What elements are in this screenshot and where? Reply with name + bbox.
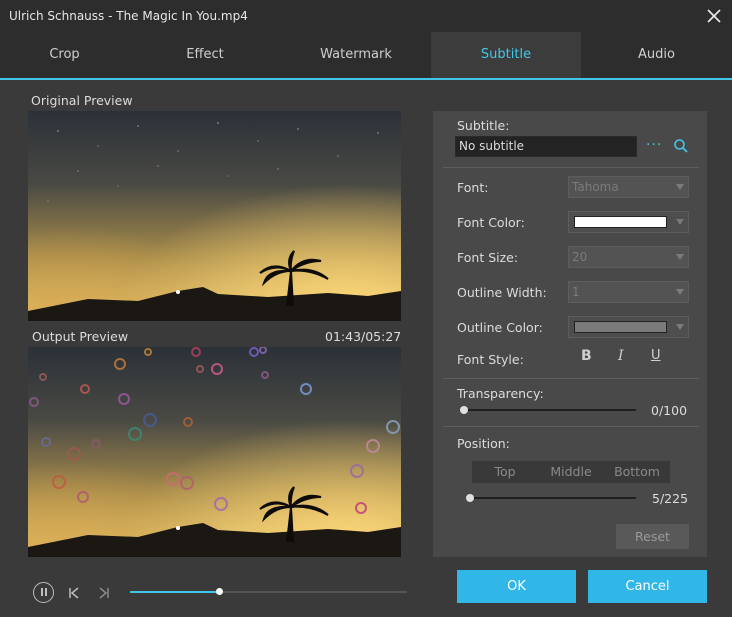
transparency-value: 0/100: [651, 403, 688, 418]
bold-button[interactable]: B: [581, 348, 592, 364]
divider: [443, 426, 699, 427]
seek-progress-fill: [130, 591, 219, 593]
position-middle-button[interactable]: Middle: [538, 461, 604, 483]
tab-effect[interactable]: Effect: [129, 32, 281, 78]
outline-color-label: Outline Color:: [457, 320, 543, 335]
output-preview: [28, 347, 401, 557]
chevron-down-icon: [676, 219, 684, 225]
title-bar: Ulrich Schnauss - The Magic In You.mp4: [0, 0, 732, 32]
tab-watermark[interactable]: Watermark: [281, 32, 431, 78]
font-color-picker[interactable]: [568, 211, 689, 233]
chevron-down-icon: [676, 184, 684, 190]
position-segmented-control: Top Middle Bottom: [472, 461, 670, 483]
subtitle-label: Subtitle:: [457, 118, 510, 133]
reset-button[interactable]: Reset: [616, 524, 689, 549]
font-size-value: 20: [572, 250, 588, 264]
underline-button[interactable]: U: [651, 348, 661, 363]
chevron-down-icon: [676, 324, 684, 330]
outline-width-select[interactable]: 1: [568, 281, 689, 303]
pause-icon[interactable]: [33, 582, 54, 603]
tab-bar: Crop Effect Watermark Subtitle Audio: [0, 32, 732, 80]
search-icon[interactable]: [673, 138, 689, 154]
position-slider-knob[interactable]: [465, 494, 474, 502]
tab-subtitle[interactable]: Subtitle: [431, 32, 581, 78]
output-preview-label: Output Preview: [32, 329, 129, 344]
window-title: Ulrich Schnauss - The Magic In You.mp4: [9, 9, 248, 23]
font-color-swatch: [574, 216, 667, 228]
font-select[interactable]: Tahoma: [568, 176, 689, 198]
playback-seek-slider[interactable]: [130, 588, 407, 595]
font-size-label: Font Size:: [457, 250, 519, 265]
transparency-slider-knob[interactable]: [460, 406, 468, 414]
outline-width-label: Outline Width:: [457, 285, 547, 300]
subtitle-select[interactable]: No subtitle: [455, 136, 637, 157]
chevron-down-icon: [676, 289, 684, 295]
transparency-slider[interactable]: [460, 406, 636, 414]
close-icon[interactable]: [705, 7, 723, 25]
font-label: Font:: [457, 180, 489, 195]
font-size-select[interactable]: 20: [568, 246, 689, 268]
timecode: 01:43/05:27: [325, 329, 402, 344]
position-value: 5/225: [652, 491, 689, 506]
transparency-label: Transparency:: [457, 386, 544, 401]
outline-color-swatch: [574, 321, 667, 333]
position-bottom-button[interactable]: Bottom: [604, 461, 670, 483]
tab-audio[interactable]: Audio: [581, 32, 732, 78]
position-slider[interactable]: [465, 494, 636, 502]
original-preview-label: Original Preview: [31, 93, 133, 108]
position-top-button[interactable]: Top: [472, 461, 538, 483]
outline-width-value: 1: [572, 285, 580, 299]
subtitle-settings-panel: Subtitle: No subtitle ··· Font: Tahoma F…: [433, 111, 707, 557]
previous-frame-icon[interactable]: [67, 586, 81, 600]
ellipsis-icon[interactable]: ···: [646, 137, 662, 153]
ok-button[interactable]: OK: [457, 570, 576, 603]
cancel-button[interactable]: Cancel: [588, 570, 707, 603]
original-preview: [28, 111, 401, 321]
font-color-label: Font Color:: [457, 215, 525, 230]
tab-crop[interactable]: Crop: [0, 32, 129, 78]
divider: [443, 378, 699, 379]
divider: [443, 167, 699, 168]
outline-color-picker[interactable]: [568, 316, 689, 338]
font-value: Tahoma: [572, 180, 619, 194]
font-style-label: Font Style:: [457, 352, 524, 367]
chevron-down-icon: [676, 254, 684, 260]
next-frame-icon[interactable]: [97, 586, 111, 600]
position-label: Position:: [457, 436, 510, 451]
seek-knob[interactable]: [215, 588, 223, 595]
italic-button[interactable]: I: [618, 348, 624, 364]
